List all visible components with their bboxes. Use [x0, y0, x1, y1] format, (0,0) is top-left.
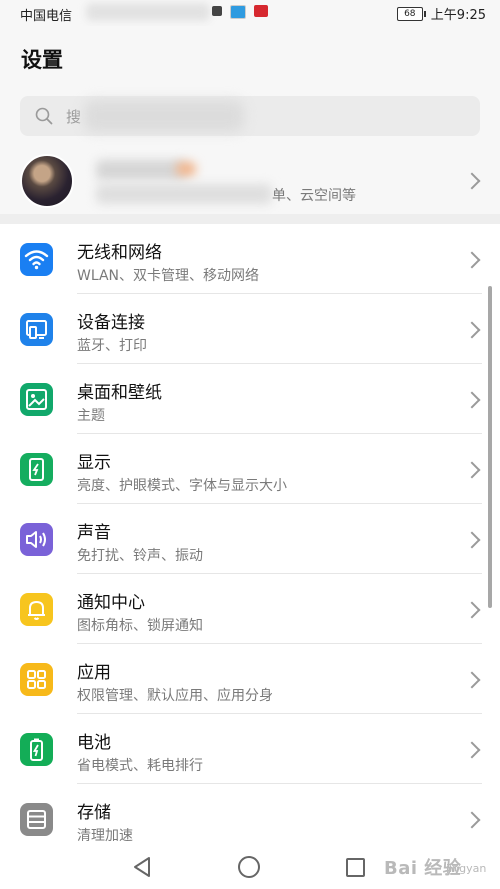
settings-item-battery[interactable]: 电池 省电模式、耗电排行: [0, 714, 500, 784]
blurred-status-area: [86, 3, 210, 21]
account-subtitle: 单、云空间等: [272, 188, 356, 204]
battery-icon: [20, 733, 53, 766]
settings-item-subtitle: 清理加速: [77, 828, 133, 844]
clock: 上午9:25: [430, 8, 486, 23]
settings-item-title: 通知中心: [77, 593, 145, 613]
square-notification-icon: [212, 6, 222, 16]
settings-item-title: 声音: [77, 523, 111, 543]
card-notification-icon: [230, 5, 246, 19]
settings-item-title: 应用: [77, 663, 111, 683]
storage-icon: [20, 803, 53, 836]
settings-item-title: 存储: [77, 803, 111, 823]
bell-icon: [20, 593, 53, 626]
settings-item-subtitle: 权限管理、默认应用、应用分身: [77, 688, 273, 704]
settings-item-title: 设备连接: [77, 313, 145, 333]
search-section: 搜: [0, 90, 500, 148]
settings-item-subtitle: 蓝牙、打印: [77, 338, 147, 354]
settings-item-sound[interactable]: 声音 免打扰、铃声、振动: [0, 504, 500, 574]
settings-item-subtitle: 图标角标、锁屏通知: [77, 618, 203, 634]
device-connect-icon: [20, 313, 53, 346]
chevron-right-icon: [463, 461, 481, 479]
chevron-right-icon: [463, 601, 481, 619]
battery-icon: 68: [396, 6, 426, 21]
navigation-bar: Bai 经验 jingyan: [0, 846, 500, 889]
settings-item-wireless-network[interactable]: 无线和网络 WLAN、双卡管理、移动网络: [0, 224, 500, 294]
chevron-right-icon: [463, 741, 481, 759]
settings-item-apps[interactable]: 应用 权限管理、默认应用、应用分身: [0, 644, 500, 714]
display-icon: [20, 453, 53, 486]
chevron-right-icon: [463, 671, 481, 689]
chevron-right-icon: [463, 811, 481, 829]
chevron-right-icon: [463, 391, 481, 409]
apps-icon: [20, 663, 53, 696]
search-icon: [35, 107, 53, 125]
account-row[interactable]: 单、云空间等: [0, 148, 500, 214]
recent-apps-icon[interactable]: [346, 858, 365, 877]
watermark-sub: jingyan: [446, 862, 487, 875]
settings-item-subtitle: 主题: [77, 408, 105, 424]
blurred-search-text: [84, 100, 244, 132]
search-placeholder: 搜: [66, 108, 82, 126]
section-divider: [0, 214, 500, 224]
settings-item-subtitle: 免打扰、铃声、振动: [77, 548, 203, 564]
settings-item-notification-center[interactable]: 通知中心 图标角标、锁屏通知: [0, 574, 500, 644]
settings-item-title: 电池: [77, 733, 111, 753]
home-icon[interactable]: [238, 856, 260, 878]
settings-item-title: 桌面和壁纸: [77, 383, 162, 403]
account-name-blurred-tint: [176, 162, 196, 176]
search-input[interactable]: 搜: [20, 96, 480, 136]
huawei-notification-icon: [254, 5, 268, 17]
settings-item-subtitle: 省电模式、耗电排行: [77, 758, 203, 774]
header: 设置: [0, 26, 500, 90]
chevron-right-icon: [463, 251, 481, 269]
settings-item-desktop-wallpaper[interactable]: 桌面和壁纸 主题: [0, 364, 500, 434]
back-icon[interactable]: [132, 856, 152, 878]
status-right: 68 上午9:25: [396, 4, 486, 23]
speaker-icon: [20, 523, 53, 556]
carrier-label: 中国电信: [20, 9, 73, 24]
wifi-icon: [20, 243, 53, 276]
settings-item-title: 显示: [77, 453, 111, 473]
notification-icons: [212, 5, 268, 19]
settings-item-title: 无线和网络: [77, 243, 162, 263]
chevron-right-icon: [463, 172, 481, 190]
account-name-blurred: [96, 160, 186, 180]
chevron-right-icon: [463, 531, 481, 549]
settings-item-device-connection[interactable]: 设备连接 蓝牙、打印: [0, 294, 500, 364]
wallpaper-icon: [20, 383, 53, 416]
chevron-right-icon: [463, 321, 481, 339]
settings-list: 无线和网络 WLAN、双卡管理、移动网络 设备连接 蓝牙、打印 桌面和壁纸 主题: [0, 224, 500, 854]
settings-item-subtitle: WLAN、双卡管理、移动网络: [77, 268, 260, 284]
status-bar: 中国电信 68 上午9:25: [0, 0, 500, 26]
page-title: 设置: [21, 48, 63, 72]
scrollbar[interactable]: [488, 286, 492, 608]
settings-item-display[interactable]: 显示 亮度、护眼模式、字体与显示大小: [0, 434, 500, 504]
account-subtitle-blurred: [96, 184, 272, 204]
settings-item-subtitle: 亮度、护眼模式、字体与显示大小: [77, 478, 287, 494]
settings-item-storage[interactable]: 存储 清理加速: [0, 784, 500, 854]
avatar: [20, 154, 74, 208]
